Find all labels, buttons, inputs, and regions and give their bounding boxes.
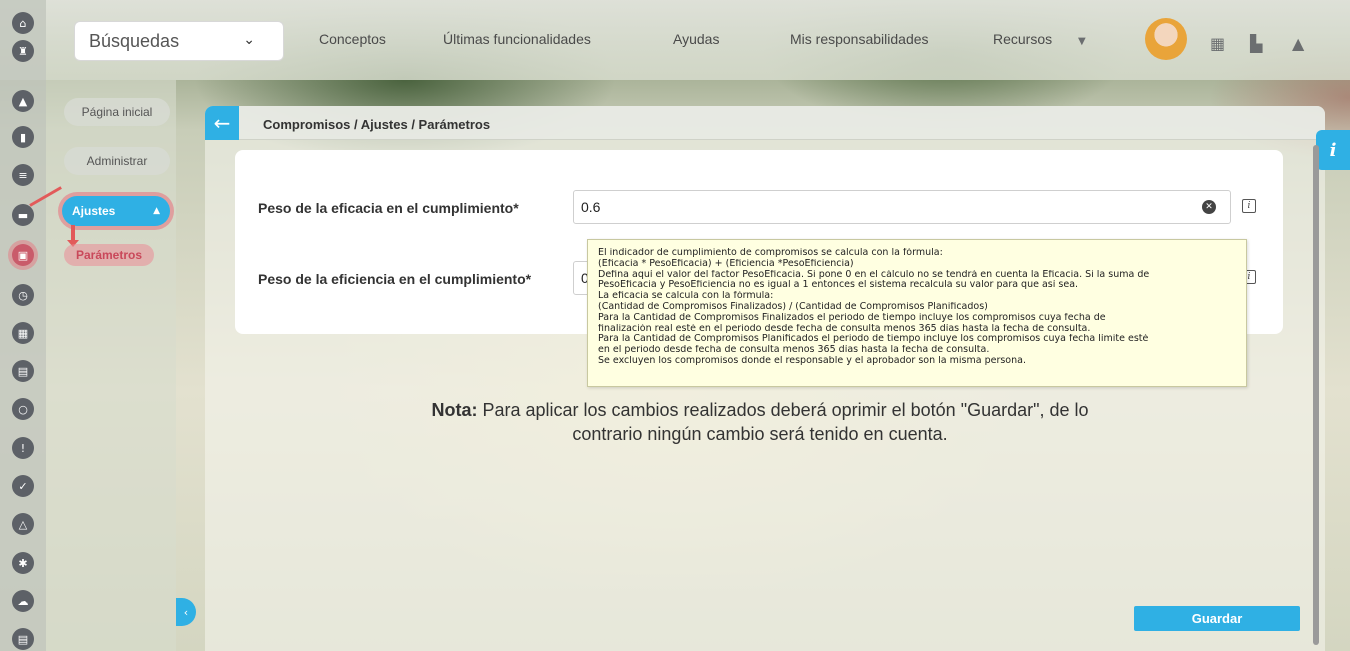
nav-ultimas-funcionalidades[interactable]: Últimas funcionalidades (443, 31, 591, 47)
save-button[interactable]: Guardar (1134, 606, 1300, 631)
nav-mis-responsabilidades[interactable]: Mis responsabilidades (790, 31, 929, 47)
sidebar-item-administrar[interactable]: Administrar (64, 147, 170, 175)
sidebar-item-parametros[interactable]: Parámetros (64, 244, 154, 266)
note-line2: contrario ningún cambio será tenido en c… (572, 424, 948, 444)
tooltip-line: PesoEficacia y PesoEficiencia no es igua… (598, 280, 1079, 291)
chevron-down-icon[interactable]: ⌄ (243, 32, 255, 48)
monitor-icon[interactable]: ▬ (12, 204, 34, 226)
clock-icon[interactable]: ◷ (12, 284, 34, 306)
gear-icon[interactable]: ✱ (12, 552, 34, 574)
save-note: Nota: Para aplicar los cambios realizado… (300, 398, 1220, 446)
nav-ayudas[interactable]: Ayudas (673, 31, 719, 47)
map-icon[interactable]: ▙ (1250, 34, 1262, 53)
nav-recursos[interactable]: Recursos (993, 31, 1052, 47)
clear-icon[interactable]: ✕ (1202, 200, 1216, 214)
eficacia-value: 0.6 (581, 199, 601, 215)
scrollbar[interactable] (1313, 145, 1319, 645)
document-icon[interactable]: ▤ (12, 360, 34, 382)
avatar[interactable] (1145, 18, 1187, 60)
eficiencia-label: Peso de la eficiencia en el cumplimiento… (258, 271, 532, 287)
caret-up-icon: ▲ (153, 206, 160, 216)
sidebar-item-pagina-inicial[interactable]: Página inicial (64, 98, 170, 126)
note-bold: Nota: (431, 400, 478, 420)
back-button[interactable]: ← (205, 106, 239, 140)
bell-icon[interactable]: ▲ (1292, 34, 1304, 53)
list-icon[interactable]: ≡ (12, 164, 34, 186)
calendar-icon[interactable]: ▦ (12, 322, 34, 344)
home-icon[interactable]: ⌂ (12, 12, 34, 34)
tooltip-line: en el periodo desde fecha de consulta me… (598, 345, 990, 356)
tooltip-line: Se excluyen los compromisos donde el res… (598, 355, 1026, 366)
recursos-caret-icon[interactable]: ▼ (1078, 36, 1086, 47)
eficacia-label: Peso de la eficacia en el cumplimiento* (258, 200, 519, 216)
search-select[interactable]: Búsquedas ⌄ (74, 21, 284, 61)
ajustes-label: Ajustes (72, 204, 116, 218)
sidebar-item-ajustes[interactable]: Ajustes ▲ (62, 196, 170, 226)
file-list-icon[interactable]: ▤ (12, 628, 34, 650)
check-icon[interactable]: ✓ (12, 475, 34, 497)
tooltip-line: (Cantidad de Compromisos Finalizados) / … (598, 301, 988, 312)
commitments-icon[interactable]: ▣ (12, 244, 34, 266)
tooltip-line: Para la Cantidad de Compromisos Planific… (598, 334, 1149, 345)
calendar-top-icon[interactable]: ▦ (1210, 34, 1225, 53)
breadcrumb: Compromisos / Ajustes / Parámetros (263, 117, 491, 132)
nav-conceptos[interactable]: Conceptos (319, 31, 386, 47)
info-tab-icon[interactable]: i (1316, 130, 1350, 170)
tooltip-line: El indicador de cumplimiento de compromi… (598, 248, 943, 258)
cloud-icon[interactable]: ☁ (12, 590, 34, 612)
note-line1: Para aplicar los cambios realizados debe… (477, 400, 1089, 420)
network-icon[interactable]: △ (12, 513, 34, 535)
tooltip-line: (Eficacia * PesoEficacia) + (Eficiencia … (598, 258, 854, 269)
tooltip-line: Defina aquí el valor del factor PesoEfic… (598, 269, 1150, 280)
tooltip-line: La eficacia se calcula con la fórmula: (598, 291, 774, 302)
eficacia-input[interactable]: 0.6 ✕ (573, 190, 1231, 224)
highlight-arrow (67, 225, 79, 247)
tooltip-line: Para la Cantidad de Compromisos Finaliza… (598, 312, 1106, 323)
warning-icon[interactable]: ! (12, 437, 34, 459)
search-value: Búsquedas (89, 30, 180, 51)
cycle-icon[interactable]: ○ (12, 398, 34, 420)
bar-chart-icon[interactable]: ▮ (12, 126, 34, 148)
triangle-icon[interactable]: ▲ (12, 90, 34, 112)
info-icon[interactable]: i (1242, 199, 1256, 213)
tooltip-line: finalización real esté en el periodo des… (598, 323, 1091, 334)
tooltip: El indicador de cumplimiento de compromi… (587, 239, 1247, 387)
tower-icon[interactable]: ♜ (12, 40, 34, 62)
